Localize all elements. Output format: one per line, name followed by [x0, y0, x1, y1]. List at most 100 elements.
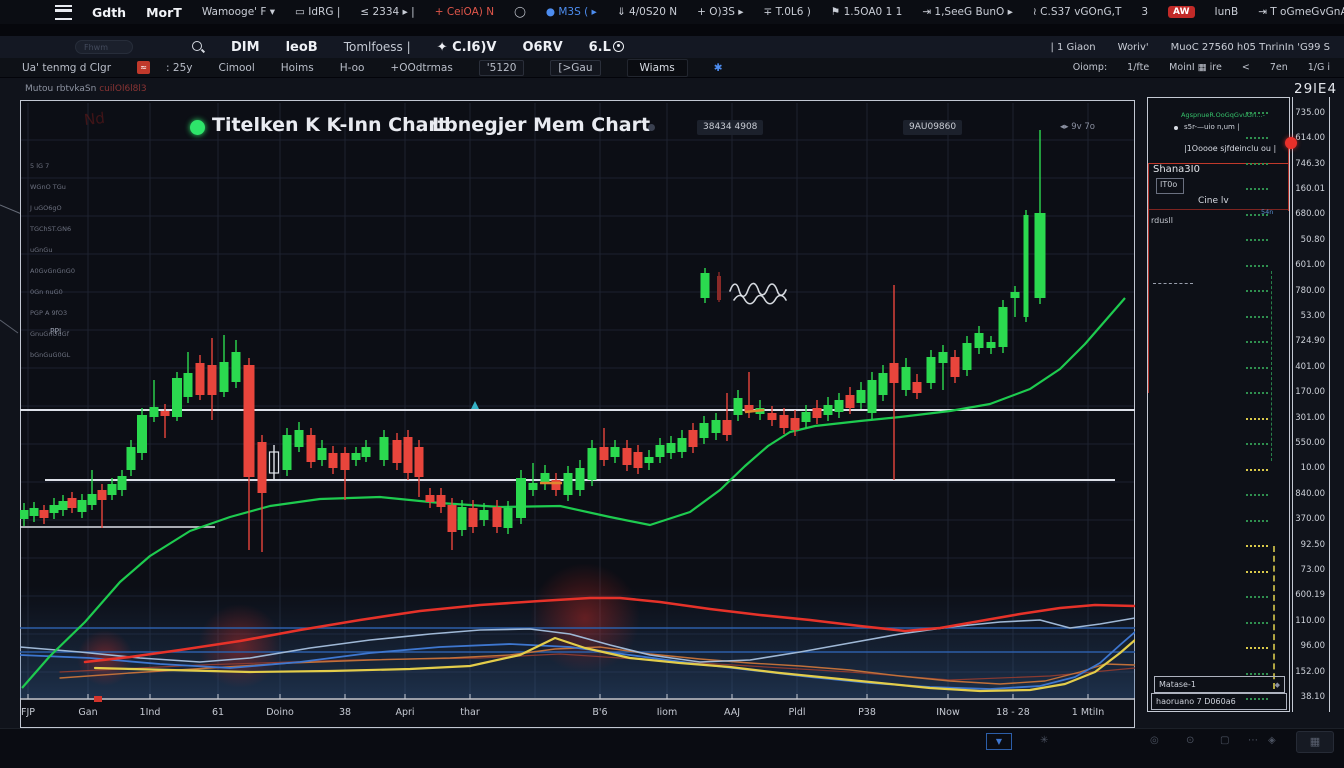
price-label: 724.90 [1295, 336, 1325, 346]
sub-toolbar-right-item[interactable]: 7en [1270, 62, 1288, 73]
menubar-item[interactable]: ⚑ 1.5OA0 1 1 [831, 6, 902, 18]
menubar-item[interactable]: MorT [146, 5, 182, 20]
menubar-item[interactable]: ⇥ T oGmeGvGnAu)InG [1258, 6, 1344, 18]
menubar-divider [0, 24, 1344, 36]
sub-toolbar-item[interactable]: [>Gau [550, 60, 600, 76]
chart-left-label: A0GvGnGnG0 [30, 267, 75, 275]
statusbar-icon[interactable]: ◈ [1268, 735, 1276, 746]
sidebar-dashed-mark [1153, 283, 1193, 284]
sub-toolbar-item[interactable]: Wiams [627, 59, 688, 77]
scale-tick [1246, 647, 1268, 649]
menubar-item[interactable]: AW [1168, 6, 1195, 18]
statusbar-button[interactable]: ▦ [1296, 731, 1334, 753]
scale-tick [1246, 520, 1268, 522]
menubar-item[interactable]: ⇥ 1,SeeG BunO ▸ [922, 6, 1013, 18]
search-icon[interactable] [191, 40, 205, 54]
price-label: 96.00 [1301, 641, 1325, 651]
statusbar-icon[interactable]: ✳ [1040, 735, 1048, 746]
chart-type-label[interactable]: Ua' tenmg d Clgr [22, 62, 111, 74]
toolbar-menu-item[interactable]: 6.L [589, 40, 624, 55]
menubar-item[interactable]: ◯ [514, 6, 526, 18]
sub-toolbar-item[interactable]: ✱ [714, 62, 723, 74]
sub-toolbar-item[interactable]: : 25y [166, 62, 192, 74]
toolbar-menu-item[interactable]: O6RV [522, 40, 562, 55]
statusbar-icon[interactable]: ⋯ [1248, 735, 1258, 746]
chart-title: Titelken K K-Inn Chart [212, 114, 447, 136]
price-label: 73.00 [1301, 565, 1325, 575]
x-axis-label: FJP [6, 707, 50, 718]
sub-toolbar-right: Oiomp: 1/fte MoinI ▦ ire <7en 1/G i [1073, 62, 1330, 73]
menubar-item[interactable]: + O)3S ▸ [697, 6, 743, 18]
sub-toolbar-right-item[interactable]: 1/fte [1127, 62, 1149, 73]
sub-toolbar-item[interactable]: H-oo [340, 62, 365, 74]
search-input[interactable]: Fhwm [75, 40, 133, 54]
statusbar-icon[interactable]: ◎ [1150, 735, 1159, 746]
sidebar-footer-label-2: haoruano 7 D060a6 [1156, 697, 1236, 706]
sidebar-line2: s5r-—uio n,um | [1184, 123, 1239, 131]
chart-left-label: bGnGuG0GL [30, 351, 70, 359]
chart-left-label: GnuGnOuGf [30, 330, 69, 338]
chart-left-label: 0Gn nuG0 [30, 288, 63, 296]
sub-toolbar-item[interactable]: +OOdtrmas [390, 62, 452, 74]
sub-toolbar-right-item[interactable]: < [1242, 62, 1250, 73]
candlestick-chart[interactable] [20, 100, 1135, 728]
hamburger-menu-icon[interactable] [55, 5, 72, 20]
menubar-item[interactable]: ≤ 2334 ▸ | [360, 6, 414, 18]
scale-tick [1246, 188, 1268, 190]
price-scale[interactable]: 735.00614.00746.30160.01680.0050.80601.0… [1293, 100, 1327, 710]
price-label: 301.00 [1295, 413, 1325, 423]
scale-tick [1246, 341, 1268, 343]
sidebar-red-vline-left [1148, 163, 1149, 393]
x-axis-label: 1Ind [128, 707, 172, 718]
price-label: 370.00 [1295, 514, 1325, 524]
alert-badge[interactable]: ≈ [137, 61, 150, 74]
price-label: 680.00 [1295, 209, 1325, 219]
x-axis-label: B'6 [578, 707, 622, 718]
x-axis-label: Pldl [775, 707, 819, 718]
menubar-item[interactable]: ∓ T.0L6 ) [764, 6, 811, 18]
price-label: 780.00 [1295, 286, 1325, 296]
menubar-item[interactable]: Gdth [92, 5, 126, 20]
toolbar-right-item: MuoC 27560 h05 TnrinIn 'G99 S [1171, 42, 1330, 53]
sub-toolbar-item[interactable]: Cimool [219, 62, 255, 74]
toolbar-menu-item[interactable]: leoB [286, 40, 318, 55]
sidebar-mid-label: Cine lv [1198, 196, 1229, 206]
menubar-item[interactable]: ⇓ 4/0S20 N [617, 6, 677, 18]
toolbar-menu-item[interactable]: DIM [231, 40, 260, 55]
sub-toolbar-item[interactable]: Hoims [281, 62, 314, 74]
breadcrumb-red: cuilOl6l8l3 [99, 84, 146, 94]
toolbar-menu-item[interactable]: ✦ C.I6)V [437, 40, 497, 55]
breadcrumb-gray: Mutou rbtvkaSn [25, 84, 96, 94]
statusbar-icon[interactable]: ⊙ [1186, 735, 1194, 746]
menubar-item[interactable]: Wamooge' F ▾ [202, 6, 275, 18]
price-label: 160.01 [1295, 184, 1325, 194]
menubar-item[interactable]: ● M3S ( ▸ [546, 6, 597, 18]
sub-toolbar-right-item[interactable]: 1/G i [1308, 62, 1330, 73]
sub-toolbar-right-item[interactable]: Oiomp: [1073, 62, 1107, 73]
sidebar-box-sub: IT0o [1160, 180, 1177, 189]
menubar-item[interactable]: + CeiOA) N [435, 6, 494, 18]
x-axis-label: Doino [258, 707, 302, 718]
menubar-item[interactable]: ▭ IdRG | [295, 6, 340, 18]
sidebar-yellow-vline [1273, 546, 1275, 689]
menubar-item[interactable]: 3 [1141, 6, 1148, 18]
scale-tick [1246, 214, 1268, 216]
sub-toolbar-item[interactable]: '5120 [479, 60, 525, 76]
statusbar-icon[interactable]: ▢ [1220, 735, 1229, 746]
sidebar-box-label: Shana3I0 [1153, 164, 1200, 175]
scale-tick [1246, 367, 1268, 369]
sub-toolbar-right-item[interactable]: MoinI ▦ ire [1169, 62, 1222, 73]
menubar-item[interactable]: ≀ C.S37 vGOnG,T [1033, 6, 1121, 18]
chart-corner-tools[interactable]: ◂▸ 9v 7o [1060, 122, 1095, 132]
scale-tick [1246, 112, 1268, 114]
x-axis-label: INow [926, 707, 970, 718]
scale-tick [1246, 316, 1268, 318]
toolbar-menu-item[interactable]: Tomlfoess | [344, 40, 411, 54]
toolbar-items: DIM leoB Tomlfoess | ✦ C.I6)V O6RV 6.L [205, 40, 624, 55]
price-label: 401.00 [1295, 362, 1325, 372]
current-price-marker [1285, 137, 1297, 149]
status-bar: ▼ ✳ ◎ ⊙ ▢ ⋯ ◈ ▦ [0, 728, 1344, 768]
statusbar-blue-icon[interactable]: ▼ [986, 733, 1012, 750]
price-label: 10.00 [1301, 463, 1325, 473]
menubar-item[interactable]: IunB [1215, 6, 1239, 18]
